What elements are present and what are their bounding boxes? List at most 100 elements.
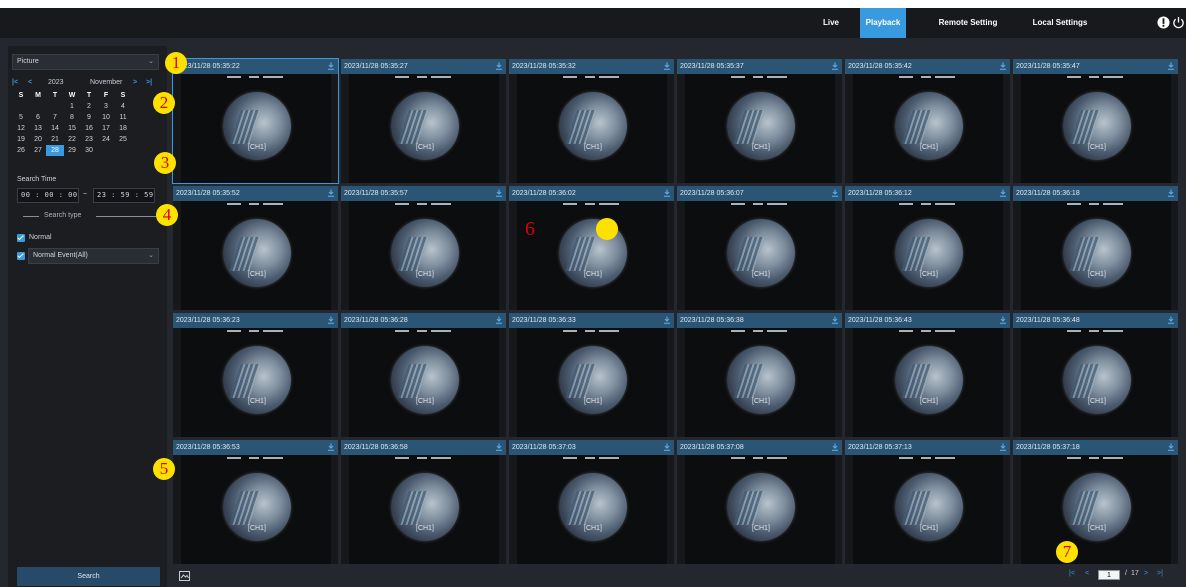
start-time-input[interactable]: 00 : 00 : 00 — [17, 188, 79, 203]
download-icon[interactable] — [831, 62, 839, 70]
calendar-day[interactable]: 7 — [46, 112, 64, 123]
last-page-icon[interactable]: >| — [1157, 570, 1163, 577]
calendar-day[interactable]: 26 — [12, 145, 30, 156]
download-icon[interactable] — [495, 62, 503, 70]
thumbnail-card[interactable]: 2023/11/28 05:36:38 [CH1] — [677, 313, 842, 437]
download-icon[interactable] — [999, 443, 1007, 451]
calendar-day[interactable]: 9 — [80, 112, 98, 123]
calendar-day[interactable]: 2 — [80, 101, 98, 112]
calendar-day[interactable]: 22 — [63, 134, 81, 145]
thumbnail-card[interactable]: 2023/11/28 05:35:47 [CH1] — [1013, 59, 1178, 183]
download-icon[interactable] — [327, 62, 335, 70]
calendar-day[interactable]: 10 — [97, 112, 115, 123]
download-icon[interactable] — [663, 62, 671, 70]
download-icon[interactable] — [1167, 62, 1175, 70]
download-icon[interactable] — [327, 189, 335, 197]
event-type-select[interactable]: Normal Event(All) ⌄ — [28, 248, 159, 264]
calendar-day[interactable]: 19 — [12, 134, 30, 145]
thumbnail-card[interactable]: 2023/11/28 05:37:18 [CH1] — [1013, 440, 1178, 564]
download-icon[interactable] — [831, 189, 839, 197]
thumbnail-card[interactable]: 2023/11/28 05:35:52 [CH1] — [173, 186, 338, 310]
thumbnail-card[interactable]: 2023/11/28 05:36:33 [CH1] — [509, 313, 674, 437]
download-icon[interactable] — [831, 443, 839, 451]
calendar-day[interactable]: 3 — [97, 101, 115, 112]
next-page-icon[interactable]: > — [1144, 570, 1148, 577]
calendar-day[interactable]: 16 — [80, 123, 98, 134]
download-icon[interactable] — [999, 189, 1007, 197]
thumbnail-card[interactable]: 2023/11/28 05:37:08 [CH1] — [677, 440, 842, 564]
calendar-day[interactable]: 27 — [29, 145, 47, 156]
end-time-input[interactable]: 23 : 59 : 59 — [93, 188, 155, 203]
download-icon[interactable] — [663, 189, 671, 197]
download-icon[interactable] — [663, 443, 671, 451]
prev-page-icon[interactable]: < — [1085, 570, 1089, 577]
page-number-input[interactable] — [1098, 570, 1120, 580]
download-icon[interactable] — [1167, 189, 1175, 197]
calendar-day[interactable]: 25 — [114, 134, 132, 145]
download-icon[interactable] — [1167, 443, 1175, 451]
tab-local-settings[interactable]: Local Settings — [1020, 8, 1100, 38]
thumbnail-card[interactable]: 2023/11/28 05:37:13 [CH1] — [845, 440, 1010, 564]
thumbnail-card[interactable]: 2023/11/28 05:35:37 [CH1] — [677, 59, 842, 183]
calendar-day[interactable]: 6 — [29, 112, 47, 123]
first-page-icon[interactable]: |< — [1069, 570, 1075, 577]
tab-live[interactable]: Live — [813, 8, 849, 38]
calendar-day[interactable]: 29 — [63, 145, 81, 156]
thumbnail-card[interactable]: 2023/11/28 05:36:53 [CH1] — [173, 440, 338, 564]
next-year-icon[interactable]: >| — [146, 79, 152, 86]
calendar-day[interactable]: 14 — [46, 123, 64, 134]
picture-mode-icon[interactable] — [179, 571, 190, 581]
download-icon[interactable] — [327, 316, 335, 324]
download-icon[interactable] — [327, 443, 335, 451]
thumbnail-card[interactable]: 2023/11/28 05:36:02 [CH1] — [509, 186, 674, 310]
thumbnail-card[interactable]: 2023/11/28 05:36:18 [CH1] — [1013, 186, 1178, 310]
thumbnail-card[interactable]: 2023/11/28 05:36:23 [CH1] — [173, 313, 338, 437]
calendar-day[interactable]: 20 — [29, 134, 47, 145]
download-icon[interactable] — [831, 316, 839, 324]
calendar-day[interactable]: 12 — [12, 123, 30, 134]
thumbnail-card[interactable]: 2023/11/28 05:35:27 [CH1] — [341, 59, 506, 183]
download-icon[interactable] — [1167, 316, 1175, 324]
thumbnail-card[interactable]: 2023/11/28 05:35:32 [CH1] — [509, 59, 674, 183]
thumbnail-card[interactable]: 2023/11/28 05:36:58 [CH1] — [341, 440, 506, 564]
calendar-day[interactable]: 11 — [114, 112, 132, 123]
calendar-day[interactable]: 5 — [12, 112, 30, 123]
download-icon[interactable] — [495, 443, 503, 451]
calendar-day-selected[interactable]: 28 — [46, 145, 64, 156]
tab-remote-setting[interactable]: Remote Setting — [930, 8, 1006, 38]
thumbnail-card[interactable]: 2023/11/28 05:36:07 [CH1] — [677, 186, 842, 310]
calendar-day[interactable]: 23 — [80, 134, 98, 145]
thumbnail-card[interactable]: 2023/11/28 05:36:12 [CH1] — [845, 186, 1010, 310]
thumbnail-card[interactable]: 2023/11/28 05:36:48 [CH1] — [1013, 313, 1178, 437]
download-icon[interactable] — [495, 189, 503, 197]
thumbnail-card[interactable]: 2023/11/28 05:35:22 [CH1] — [172, 58, 339, 184]
calendar-day[interactable]: 4 — [114, 101, 132, 112]
power-icon[interactable] — [1172, 16, 1185, 29]
event-checkbox[interactable] — [17, 252, 25, 260]
thumbnail-card[interactable]: 2023/11/28 05:36:43 [CH1] — [845, 313, 1010, 437]
prev-month-icon[interactable]: < — [28, 79, 32, 86]
thumbnail-card[interactable]: 2023/11/28 05:36:28 [CH1] — [341, 313, 506, 437]
info-icon[interactable] — [1157, 16, 1170, 29]
search-button[interactable]: Search — [17, 567, 160, 586]
calendar-day[interactable]: 17 — [97, 123, 115, 134]
calendar-day[interactable]: 24 — [97, 134, 115, 145]
normal-checkbox[interactable] — [17, 234, 25, 242]
calendar-day[interactable]: 30 — [80, 145, 98, 156]
download-icon[interactable] — [999, 316, 1007, 324]
calendar-day[interactable]: 13 — [29, 123, 47, 134]
tab-playback[interactable]: Playback — [860, 8, 906, 38]
download-icon[interactable] — [495, 316, 503, 324]
next-month-icon[interactable]: > — [133, 79, 137, 86]
download-icon[interactable] — [663, 316, 671, 324]
thumbnail-card[interactable]: 2023/11/28 05:35:42 [CH1] — [845, 59, 1010, 183]
calendar-day[interactable]: 15 — [63, 123, 81, 134]
calendar-day[interactable]: 21 — [46, 134, 64, 145]
download-icon[interactable] — [999, 62, 1007, 70]
calendar-day[interactable]: 18 — [114, 123, 132, 134]
thumbnail-card[interactable]: 2023/11/28 05:37:03 [CH1] — [509, 440, 674, 564]
mode-select[interactable]: Picture ⌄ — [12, 54, 159, 70]
prev-year-icon[interactable]: |< — [12, 79, 18, 86]
calendar-day[interactable]: 8 — [63, 112, 81, 123]
calendar-day[interactable]: 1 — [63, 101, 81, 112]
